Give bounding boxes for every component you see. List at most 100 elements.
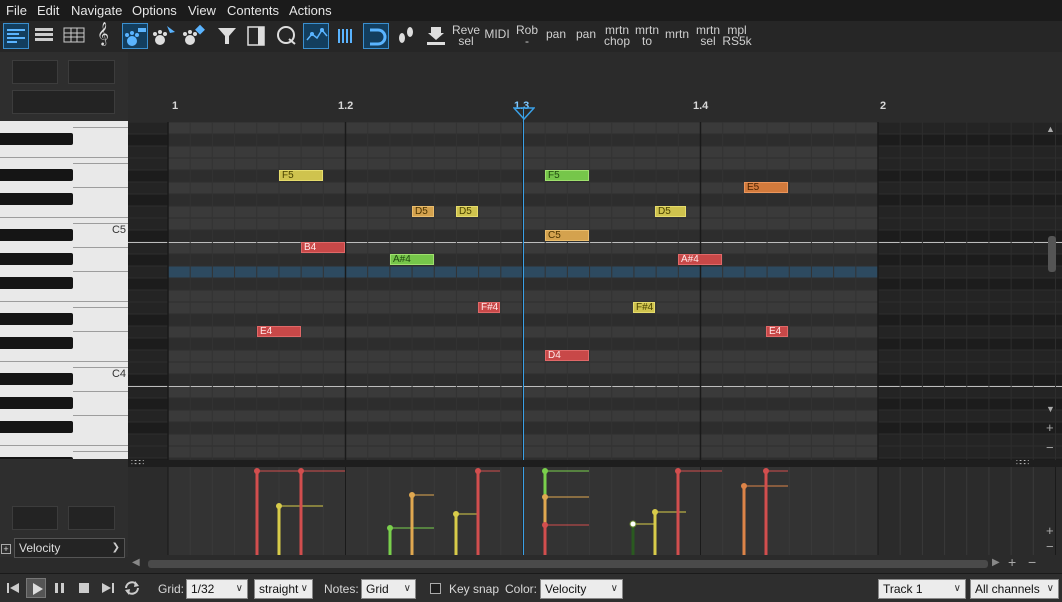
black-key[interactable] <box>0 313 73 325</box>
midi-note[interactable]: F5 <box>279 170 323 181</box>
vertical-scrollbar[interactable]: ▲ ▼ + − <box>1046 124 1058 460</box>
midi-note[interactable]: C5 <box>545 230 589 241</box>
midi-note[interactable]: D4 <box>545 350 589 361</box>
midi-note[interactable]: F#4 <box>633 302 655 313</box>
piano-roll[interactable]: 1 1.2 1.3 1.4 2 F5 B4 E4 A#4 D5 D5 F#4 F5 C5 D4 F#… <box>128 52 1062 460</box>
left-slot-1[interactable] <box>12 60 58 84</box>
step-input-button[interactable] <box>393 23 419 49</box>
action-mrtn-sel-button[interactable]: mrtn sel <box>693 24 723 47</box>
velocity-zoom-in-icon[interactable]: + <box>1046 523 1054 538</box>
midi-note[interactable]: E4 <box>257 326 301 337</box>
menu-file[interactable]: File <box>6 3 27 18</box>
h-zoom-out-icon[interactable]: − <box>1028 554 1036 570</box>
midi-note[interactable]: A#4 <box>678 254 722 265</box>
action-mrtn-to-button[interactable]: mrtn to <box>632 24 662 47</box>
menu-actions[interactable]: Actions <box>289 3 332 18</box>
h-zoom-in-icon[interactable]: + <box>1008 554 1016 570</box>
scroll-right-icon[interactable]: ▶ <box>992 557 1000 568</box>
scroll-up-icon[interactable]: ▲ <box>1046 124 1055 134</box>
action-pan-2-button[interactable]: pan <box>573 28 599 40</box>
swing-select[interactable]: straight ∨ <box>254 579 313 599</box>
midi-note[interactable]: B4 <box>301 242 345 253</box>
lane-type-select[interactable]: Velocity ❯ <box>14 538 125 558</box>
playhead[interactable] <box>523 107 524 460</box>
notes-select[interactable]: Grid ∨ <box>361 579 416 599</box>
lane-slot-2[interactable] <box>68 506 115 530</box>
black-key[interactable] <box>0 457 73 459</box>
ccs-follow-button[interactable] <box>303 23 329 49</box>
skip-forward-button[interactable] <box>98 578 118 598</box>
snap-button[interactable] <box>363 23 389 49</box>
midi-note[interactable]: E5 <box>744 182 788 193</box>
stop-button[interactable] <box>74 578 94 598</box>
left-slot-2[interactable] <box>68 60 115 84</box>
select-notes-button[interactable] <box>151 23 177 49</box>
horizontal-scroll-thumb[interactable] <box>148 560 988 568</box>
playhead-marker-icon[interactable] <box>513 107 535 121</box>
view-named-notes-button[interactable] <box>32 23 58 49</box>
track-select[interactable]: Track 1 ∨ <box>878 579 966 599</box>
divider-grip-left-icon[interactable]: ∷∷∷ <box>131 458 144 467</box>
vertical-scroll-thumb[interactable] <box>1048 236 1056 272</box>
menu-edit[interactable]: Edit <box>37 3 59 18</box>
divider-grip-right-icon[interactable]: ∷∷∷ <box>1016 458 1029 467</box>
scroll-left-icon[interactable]: ◀ <box>132 557 140 568</box>
zoom-in-icon[interactable]: + <box>1046 420 1054 435</box>
midi-note[interactable]: F5 <box>545 170 589 181</box>
midi-note[interactable]: D5 <box>412 206 434 217</box>
key-snap-checkbox[interactable] <box>430 583 441 594</box>
erase-notes-button[interactable] <box>181 23 207 49</box>
velocity-lane[interactable]: + − <box>128 467 1062 555</box>
midi-note[interactable]: A#4 <box>390 254 434 265</box>
black-key[interactable] <box>0 253 73 265</box>
view-event-list-button[interactable] <box>62 23 88 49</box>
filter-button[interactable] <box>214 23 240 49</box>
menu-contents[interactable]: Contents <box>227 3 279 18</box>
lane-divider[interactable]: ∷∷∷ ∷∷∷ <box>128 458 1062 467</box>
timeline-ruler[interactable]: 1 1.2 1.3 1.4 2 <box>128 92 1062 122</box>
black-key[interactable] <box>0 193 73 205</box>
midi-note[interactable]: F#4 <box>478 302 500 313</box>
midi-note[interactable]: E4 <box>766 326 788 337</box>
add-lane-icon[interactable]: + <box>1 544 11 554</box>
insert-notes-button[interactable] <box>122 23 148 49</box>
grid-dots-button[interactable] <box>333 23 359 49</box>
lane-slot-1[interactable] <box>12 506 58 530</box>
velocity-zoom-out-icon[interactable]: − <box>1046 539 1054 554</box>
action-pan-1-button[interactable]: pan <box>543 28 569 40</box>
black-key[interactable] <box>0 229 73 241</box>
action-mrtn-chop-button[interactable]: mrtn chop <box>602 24 632 47</box>
horizontal-scrollbar[interactable]: ◀ ▶ + − <box>128 554 1062 571</box>
midi-note[interactable]: D5 <box>655 206 686 217</box>
black-key[interactable] <box>0 337 73 349</box>
black-key[interactable] <box>0 421 73 433</box>
menu-navigate[interactable]: Navigate <box>71 3 122 18</box>
view-piano-roll-button[interactable] <box>3 23 29 49</box>
black-key[interactable] <box>0 133 73 145</box>
skip-back-button[interactable] <box>3 578 23 598</box>
scroll-down-icon[interactable]: ▼ <box>1046 404 1055 414</box>
black-key[interactable] <box>0 373 73 385</box>
pause-button[interactable] <box>50 578 70 598</box>
black-key[interactable] <box>0 397 73 409</box>
black-key[interactable] <box>0 277 73 289</box>
midi-note[interactable]: D5 <box>456 206 478 217</box>
action-mpl-rs5k-button[interactable]: mpl RS5k <box>722 24 752 47</box>
grid-select[interactable]: 1/32 ∨ <box>186 579 248 599</box>
media-item-lane-button[interactable] <box>243 23 269 49</box>
black-key[interactable] <box>0 169 73 181</box>
piano-keyboard[interactable]: C5 C4 <box>0 121 129 459</box>
color-select[interactable]: Velocity ∨ <box>540 579 623 599</box>
left-slot-3[interactable] <box>12 90 115 114</box>
quantize-button[interactable] <box>273 23 299 49</box>
action-rob-button[interactable]: Rob - <box>514 24 540 47</box>
channel-select[interactable]: All channels ∨ <box>970 579 1059 599</box>
play-button[interactable] <box>26 578 46 598</box>
zoom-out-icon[interactable]: − <box>1046 440 1054 455</box>
view-notation-button[interactable]: 𝄞 <box>92 23 118 49</box>
menu-view[interactable]: View <box>188 3 216 18</box>
midi-input-button[interactable] <box>423 23 449 49</box>
action-reve-sel-button[interactable]: Reve sel <box>452 24 480 47</box>
action-midi-button[interactable]: MIDI <box>482 28 512 40</box>
menu-options[interactable]: Options <box>132 3 177 18</box>
